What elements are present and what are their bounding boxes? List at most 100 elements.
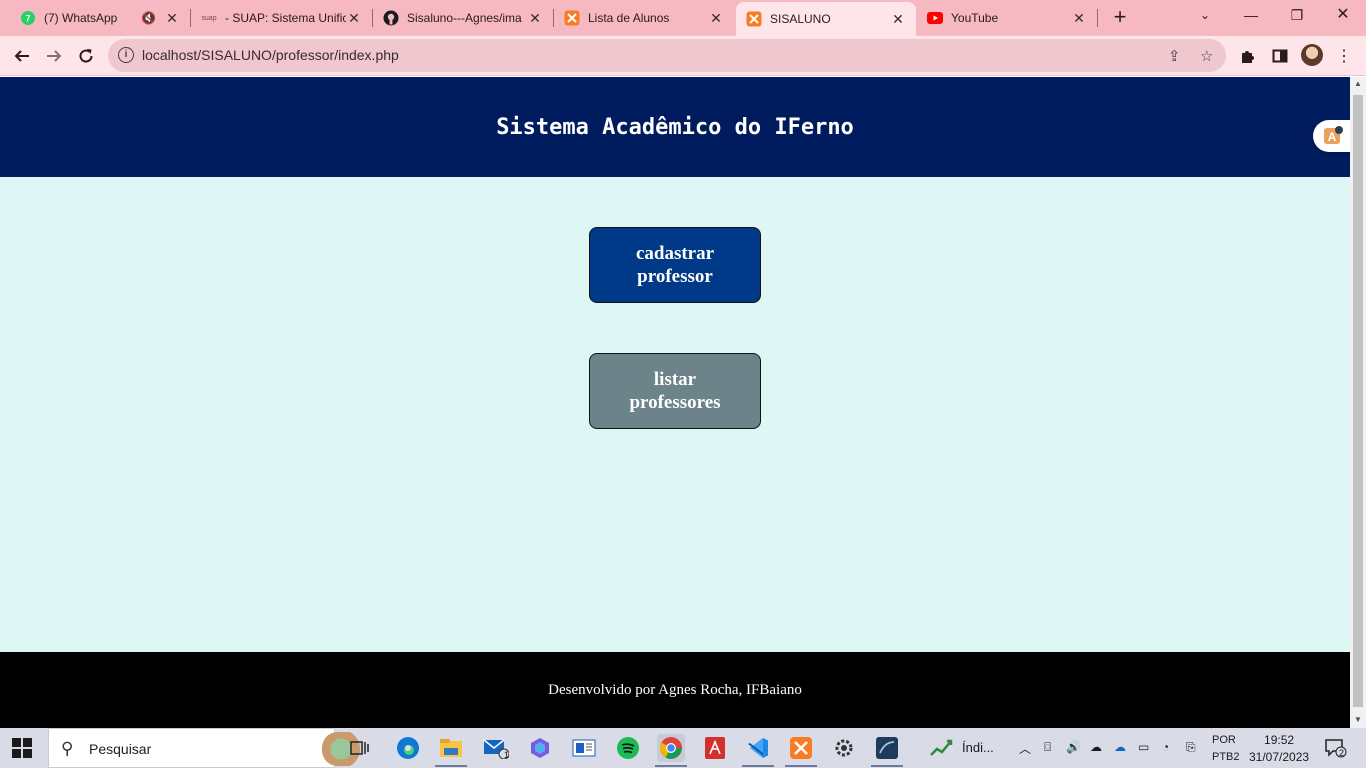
restore-button[interactable]: ❐ [1274,0,1320,32]
xampp-icon [564,10,580,26]
taskbar-search-box[interactable]: ⚲ Pesquisar [48,728,371,768]
tab-divider [1097,9,1098,27]
scrollbar-thumb[interactable] [1353,95,1363,707]
address-bar[interactable]: i localhost/SISALUNO/professor/index.php… [108,39,1226,72]
youtube-icon [927,10,943,26]
browser-menu-icon[interactable]: ⋮ [1332,44,1356,68]
listar-professores-button[interactable]: listar professores [589,353,761,429]
volume-icon[interactable]: 🔊 [1066,740,1081,754]
system-clock[interactable]: 19:52 31/07/2023 [1249,732,1309,766]
browser-toolbar: i localhost/SISALUNO/professor/index.php… [0,36,1366,76]
minimize-button[interactable]: — [1228,0,1274,32]
cadastrar-professor-button[interactable]: cadastrar professor [589,227,761,303]
search-placeholder: Pesquisar [89,741,152,757]
notifications-icon[interactable]: 2 [1322,734,1350,762]
page-title: Sistema Acadêmico do IFerno [496,114,854,140]
scroll-up-arrow-icon[interactable]: ▲ [1350,77,1366,91]
muted-speaker-icon[interactable]: 🔇 [141,11,156,25]
close-tab-icon[interactable]: ✕ [346,10,362,26]
suap-icon: suap [201,14,217,22]
whatsapp-icon: 7 [20,10,36,26]
weather-widget-label[interactable]: Índi... [962,740,994,755]
news-widget-icon[interactable] [570,734,598,762]
acrobat-pdf-icon[interactable] [701,734,729,762]
svg-text:7: 7 [25,14,30,24]
network-icon[interactable]: ⎘ [1186,740,1196,755]
close-tab-icon[interactable]: ✕ [1071,10,1087,26]
stock-chart-icon [928,734,956,762]
running-app-indicator [435,765,467,767]
copilot-icon[interactable] [526,734,554,762]
xampp-icon [746,11,762,27]
side-panel-icon[interactable] [1268,44,1292,68]
close-tab-icon[interactable]: ✕ [708,10,724,26]
tab-title: Sisaluno---Agnes/ima [407,11,522,25]
task-view-icon[interactable] [346,734,374,762]
battery-icon[interactable]: ▭ [1138,740,1149,754]
profile-avatar[interactable] [1301,44,1323,66]
keyboard-layout: PTB2 [1212,751,1240,763]
close-tab-icon[interactable]: ✕ [164,10,180,26]
new-tab-button[interactable]: + [1108,6,1132,30]
xampp-icon[interactable] [787,734,815,762]
tab-search-chevron-icon[interactable]: ⌄ [1182,0,1228,32]
footer-credit: Desenvolvido por Agnes Rocha, IFBaiano [548,681,802,698]
show-hidden-icons-chevron-icon[interactable]: ︿ [1019,740,1031,757]
back-button[interactable] [8,42,36,70]
mysql-workbench-icon[interactable] [873,734,901,762]
file-explorer-icon[interactable] [437,734,465,762]
tab-lista-alunos[interactable]: Lista de Alunos ✕ [554,0,734,36]
clock-date: 31/07/2023 [1249,750,1310,764]
chrome-icon[interactable] [657,734,685,762]
mail-icon[interactable]: 1 [482,734,510,762]
vscode-icon[interactable] [744,734,772,762]
language-code: POR [1212,734,1236,746]
tab-title: SISALUNO [770,12,831,26]
bookmark-star-icon[interactable]: ☆ [1200,47,1213,65]
page-content: Sistema Acadêmico do IFerno A cadastrar … [0,77,1353,728]
site-info-icon[interactable]: i [118,47,134,63]
wifi-icon[interactable]: ◔ [1162,740,1169,754]
vertical-scrollbar[interactable]: ▲ ▼ [1350,77,1366,728]
reload-icon [79,49,93,63]
camera-icon[interactable]: ⌼ [1044,740,1051,755]
edge-browser-icon[interactable] [394,734,422,762]
onedrive-sync-icon[interactable]: ☁ [1090,740,1102,754]
forward-arrow-icon [47,50,62,62]
tab-strip: 7 (7) WhatsApp 🔇 ✕ suap - SUAP: Sistema … [0,0,1366,36]
page-header: Sistema Acadêmico do IFerno [0,77,1350,177]
tab-title: - SUAP: Sistema Unific [225,11,346,25]
notification-count: 2 [1339,748,1345,758]
close-window-button[interactable]: ✕ [1320,0,1366,32]
extensions-puzzle-icon[interactable] [1236,44,1260,68]
clock-time: 19:52 [1264,733,1295,747]
tab-sisaluno[interactable]: SISALUNO ✕ [736,2,916,36]
svg-text:A: A [1328,130,1337,144]
url-text[interactable]: localhost/SISALUNO/professor/index.php [142,47,399,63]
tab-youtube[interactable]: YouTube ✕ [917,0,1097,36]
close-tab-icon[interactable]: ✕ [527,10,543,26]
forward-button[interactable] [40,42,68,70]
floating-extension-icon[interactable]: A [1313,120,1353,152]
back-arrow-icon [14,50,29,62]
running-app-indicator [655,765,687,767]
tab-title: Lista de Alunos [588,11,670,25]
spotify-icon[interactable] [614,734,642,762]
close-tab-icon[interactable]: ✕ [890,11,906,27]
reload-button[interactable] [72,42,100,70]
search-icon: ⚲ [61,739,74,758]
input-language-indicator[interactable]: POR PTB2 [1212,732,1240,766]
settings-gear-icon[interactable] [830,734,858,762]
tab-suap[interactable]: suap - SUAP: Sistema Unific ✕ [191,0,372,36]
share-icon[interactable]: ⇪ [1168,47,1181,65]
running-app-indicator [785,765,817,767]
onedrive-icon[interactable]: ☁ [1114,740,1126,754]
running-app-indicator [742,765,774,767]
tab-whatsapp[interactable]: 7 (7) WhatsApp 🔇 ✕ [0,0,190,36]
scroll-down-arrow-icon[interactable]: ▼ [1350,713,1366,727]
running-app-indicator [871,765,903,767]
tab-github[interactable]: Sisaluno---Agnes/ima ✕ [373,0,553,36]
github-icon [383,10,399,26]
mail-badge: 1 [504,750,510,760]
windows-start-icon[interactable] [12,738,32,758]
